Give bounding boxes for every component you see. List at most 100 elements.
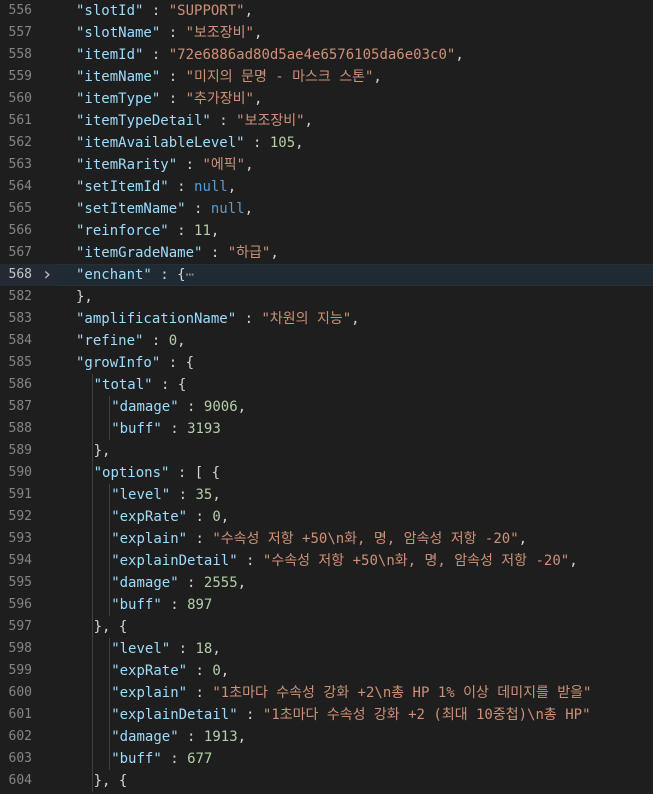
code-line[interactable]: 601 "explainDetail" : "1초마다 수속성 강화 +2 (최대… (0, 704, 653, 726)
code-line[interactable]: 568 › "enchant" : {⋯ (0, 264, 653, 286)
indent-guide (91, 704, 93, 726)
code-line[interactable]: 588 "buff" : 3193 (0, 418, 653, 440)
json-key: "damage" (111, 729, 179, 745)
code-line[interactable]: 589}, (0, 440, 653, 462)
code-line[interactable]: 556 "slotId" : "SUPPORT", (0, 0, 653, 22)
indent-guide (109, 748, 111, 770)
line-number: 601 (8, 707, 32, 722)
code-line[interactable]: 602 "damage" : 1913, (0, 726, 653, 748)
code-line[interactable]: 561 "itemTypeDetail" : "보조장비", (0, 110, 653, 132)
code-line[interactable]: 566 "reinforce" : 11, (0, 220, 653, 242)
comma: , (295, 135, 304, 151)
json-key: "refine" (76, 333, 144, 349)
line-number: 562 (8, 135, 32, 150)
code-line[interactable]: 565 "setItemName" : null, (0, 198, 653, 220)
comma: , (237, 575, 247, 591)
code-line[interactable]: 590 "options" : [ { (0, 462, 653, 484)
colon-separator: : (244, 135, 270, 151)
json-string-value: "수속성 저항 +50\n화, 명, 암속성 저항 -20" (262, 553, 570, 569)
json-number-value: 35 (195, 487, 213, 503)
indent-guide (91, 726, 93, 748)
comma: , (220, 509, 230, 525)
json-string-value: "72e6886ad80d5ae4e6576105da6e03c0" (168, 47, 456, 63)
indent-guide (91, 462, 93, 484)
indent-guide (91, 572, 93, 594)
code-text: "total" : { (94, 374, 187, 396)
code-line[interactable]: 567 "itemGradeName" : "하급", (0, 242, 653, 264)
code-line[interactable]: 604}, { (0, 770, 653, 792)
code-line[interactable]: 592 "expRate" : 0, (0, 506, 653, 528)
colon-separator: : (237, 553, 263, 569)
json-string-value: "하급" (227, 245, 271, 261)
code-line[interactable]: 582}, (0, 286, 653, 308)
folded-ellipsis[interactable]: ⋯ (186, 267, 194, 283)
indent-guide (109, 638, 111, 660)
json-string-value: "에픽" (202, 157, 246, 173)
json-key: "slotName" (76, 25, 161, 41)
colon-separator: : (178, 729, 204, 745)
json-number-value: 677 (187, 751, 213, 767)
json-key: "options" (93, 465, 170, 481)
colon-separator: : (161, 751, 188, 767)
code-line[interactable]: 584 "refine" : 0, (0, 330, 653, 352)
code-line[interactable]: 598 "level" : 18, (0, 638, 653, 660)
code-line[interactable]: 595 "damage" : 2555, (0, 572, 653, 594)
line-number: 589 (8, 443, 32, 458)
code-text: "damage" : 2555, (111, 572, 246, 594)
code-text: "expRate" : 0, (111, 506, 229, 528)
code-line[interactable]: 560 "itemType" : "추가장비", (0, 88, 653, 110)
json-key: "expRate" (111, 509, 188, 525)
json-string-value: "미지의 문명 - 마스크 스톤" (185, 69, 374, 85)
indent-guide (109, 726, 111, 748)
line-number: 568 (8, 267, 32, 282)
code-line[interactable]: 557 "slotName" : "보조장비", (0, 22, 653, 44)
indent-guide (109, 418, 111, 440)
code-text: "options" : [ { (94, 462, 220, 484)
code-line[interactable]: 591 "level" : 35, (0, 484, 653, 506)
chevron-right-icon[interactable]: › (40, 264, 54, 286)
comma: , (212, 487, 221, 503)
line-number: 561 (8, 113, 32, 128)
code-text: "growInfo" : { (76, 352, 194, 374)
code-line[interactable]: 558 "itemId" : "72e6886ad80d5ae4e6576105d… (0, 44, 653, 66)
code-line[interactable]: 599 "expRate" : 0, (0, 660, 653, 682)
json-key: "slotId" (76, 3, 144, 19)
code-line[interactable]: 562 "itemAvailableLevel" : 105, (0, 132, 653, 154)
indent-guide (91, 374, 93, 396)
code-line[interactable]: 587 "damage" : 9006, (0, 396, 653, 418)
json-number-value: 2555 (203, 575, 238, 591)
code-line[interactable]: 603 "buff" : 677 (0, 748, 653, 770)
code-text: "level" : 18, (111, 638, 221, 660)
line-number: 582 (8, 289, 32, 304)
code-line[interactable]: 563 "itemRarity" : "에픽", (0, 154, 653, 176)
indent-guide (109, 594, 111, 616)
json-key: "expRate" (111, 663, 188, 679)
colon-separator: : (236, 311, 262, 327)
line-number: 560 (8, 91, 32, 106)
code-editor[interactable]: 556 "slotId" : "SUPPORT", 557 "slotName" : … (0, 0, 653, 794)
line-number: 586 (8, 377, 32, 392)
line-number: 594 (8, 553, 32, 568)
code-text: "itemId" : "72e6886ad80d5ae4e6576105da6e… (76, 44, 464, 66)
line-number: 564 (8, 179, 32, 194)
code-line[interactable]: 586 "total" : { (0, 374, 653, 396)
code-line[interactable]: 564 "setItemId" : null, (0, 176, 653, 198)
code-text: "buff" : 677 (111, 748, 212, 770)
code-line[interactable]: 559 "itemName" : "미지의 문명 - 마스크 스톤", (0, 66, 653, 88)
code-line[interactable]: 597}, { (0, 616, 653, 638)
json-null-value: null (194, 179, 228, 195)
code-line[interactable]: 583 "amplificationName" : "차원의 지능", (0, 308, 653, 330)
json-key: "explainDetail" (111, 553, 238, 569)
code-text: "itemType" : "추가장비", (76, 88, 262, 110)
colon-separator: : (160, 25, 186, 41)
indent-guide (109, 704, 111, 726)
json-key: "reinforce" (76, 223, 169, 239)
indent-guide (109, 396, 111, 418)
code-line[interactable]: 593 "explain" : "수속성 저항 +50\n화, 명, 암속성 저항… (0, 528, 653, 550)
code-line[interactable]: 596 "buff" : 897 (0, 594, 653, 616)
code-line[interactable]: 600 "explain" : "1초마다 수속성 강화 +2\n총 HP 1% … (0, 682, 653, 704)
code-line[interactable]: 594 "explainDetail" : "수속성 저항 +50\n화, 명, … (0, 550, 653, 572)
code-line[interactable]: 585 "growInfo" : { (0, 352, 653, 374)
json-key: "buff" (111, 421, 162, 437)
punctuation: }, (76, 289, 93, 305)
